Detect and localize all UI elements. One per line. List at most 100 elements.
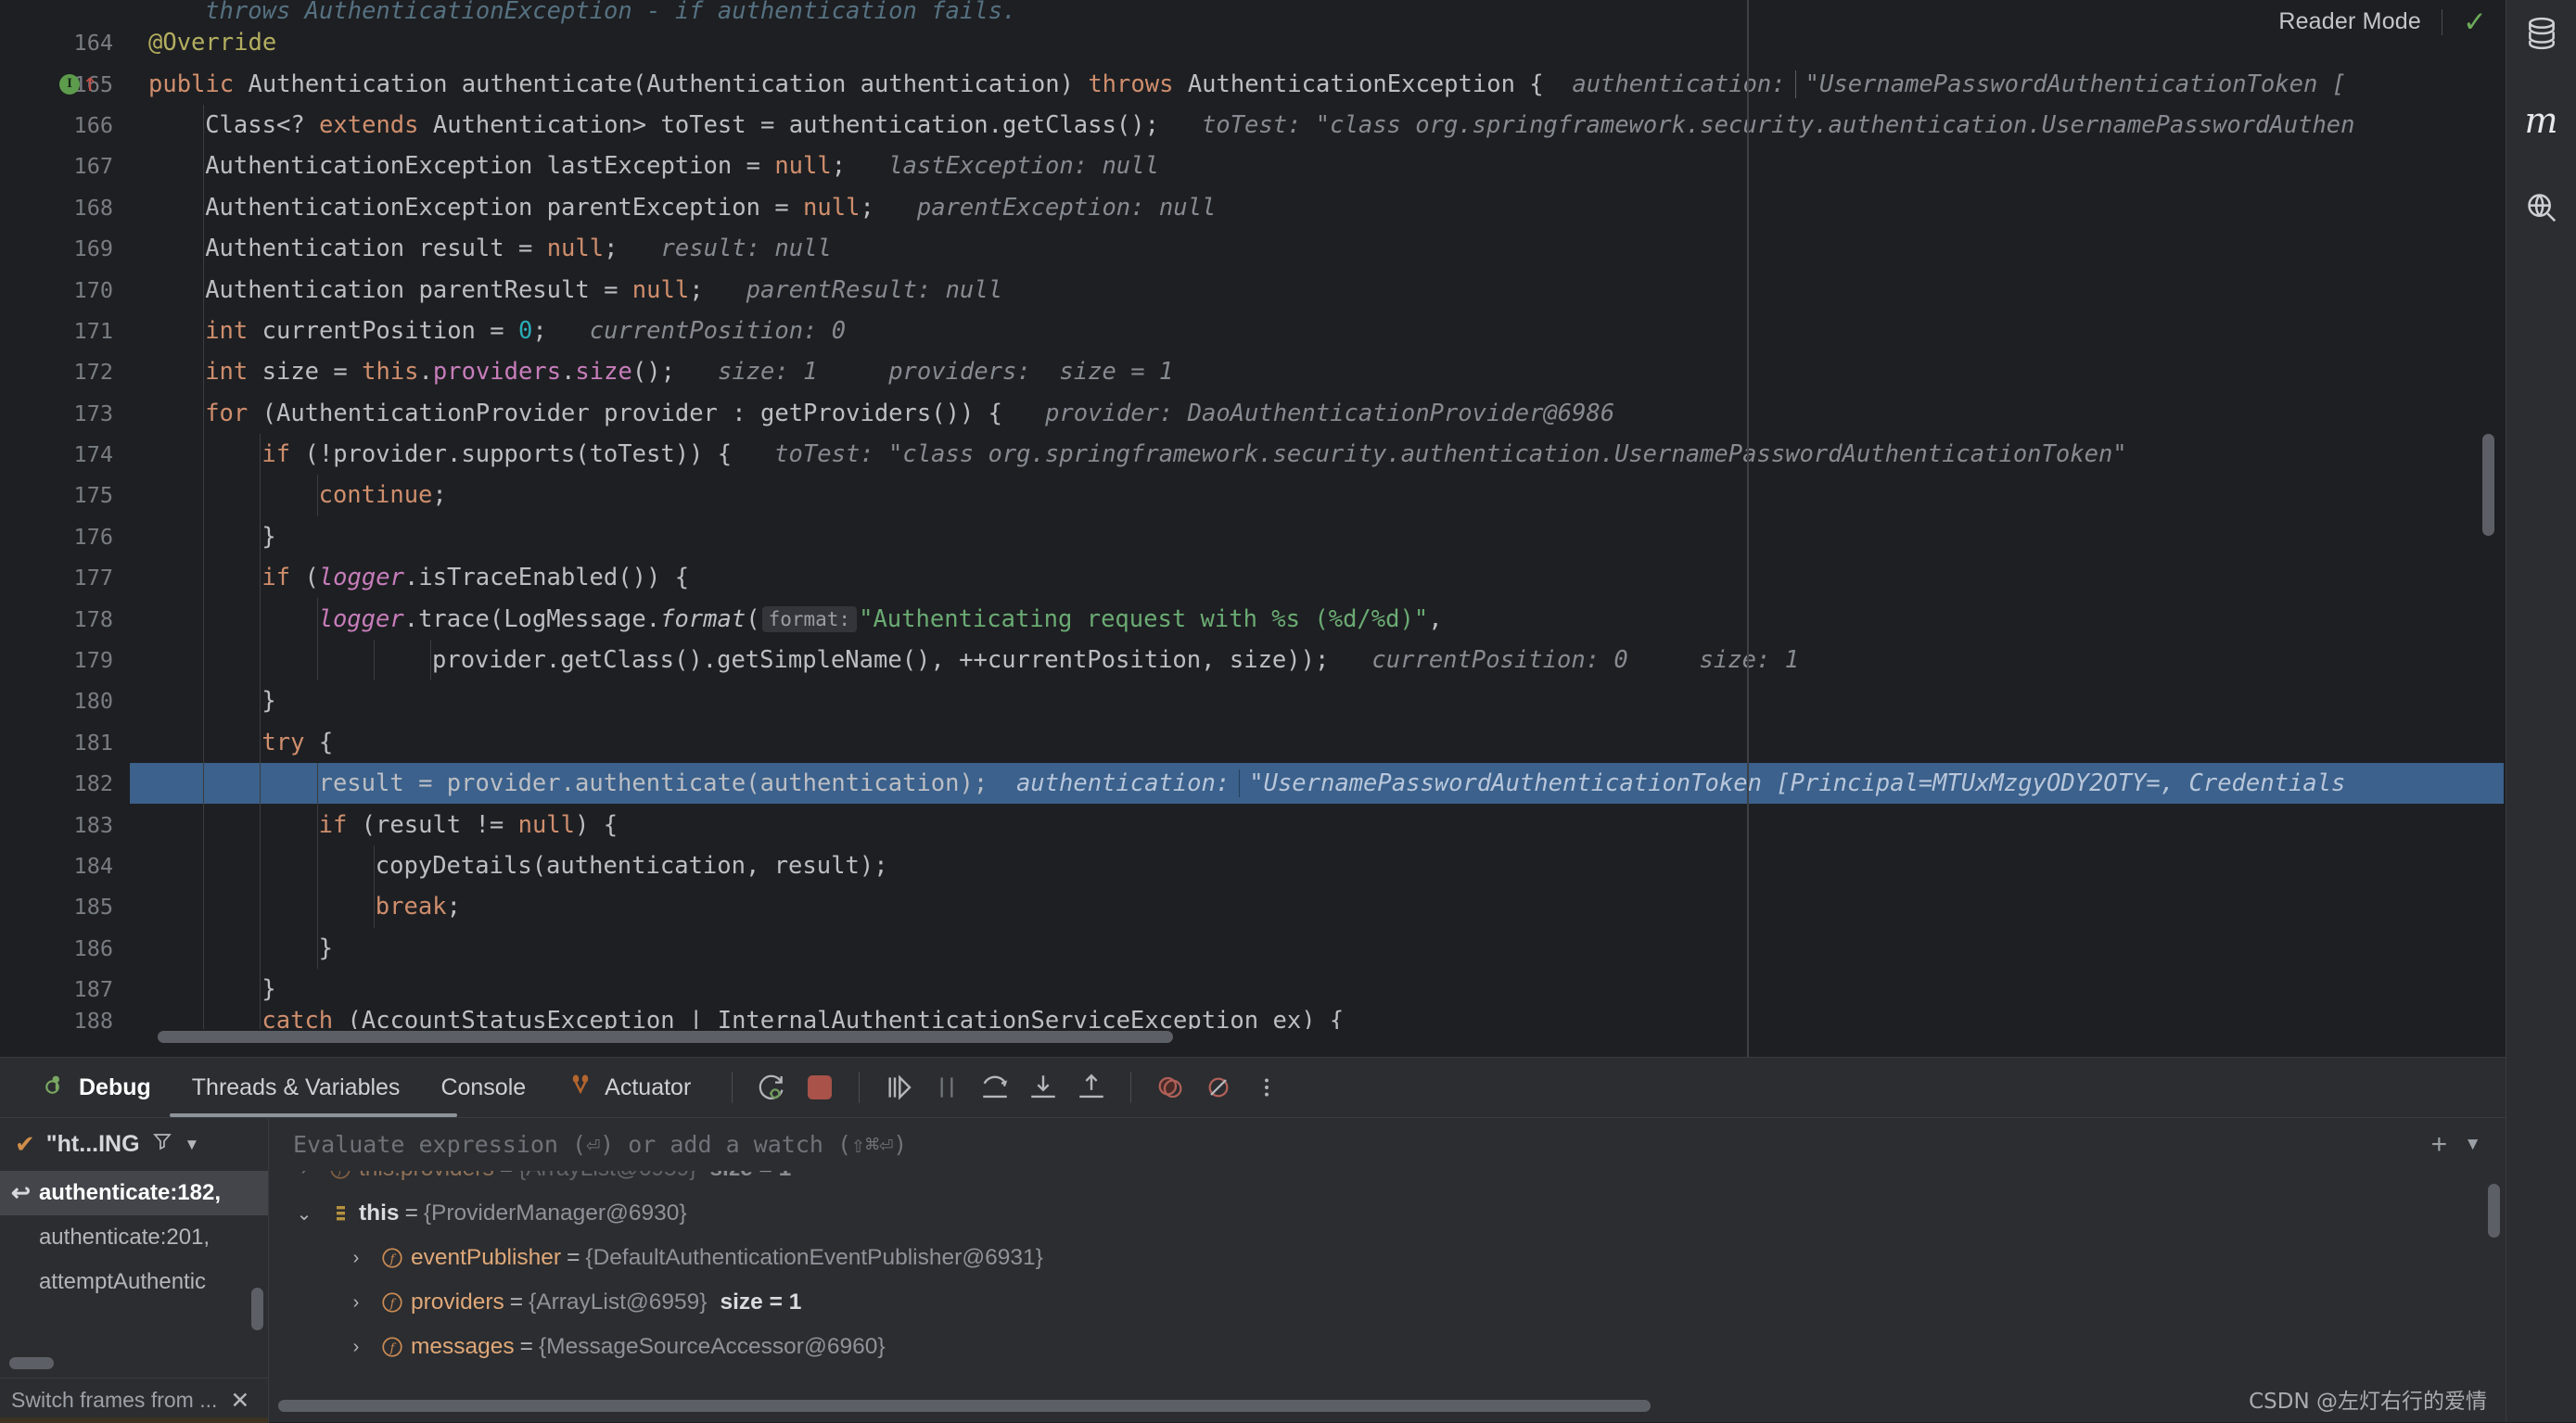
inline-debug-hint[interactable]: parentResult: null [704, 276, 1002, 304]
variables-tree[interactable]: ›fthis.providers={ArrayList@6959}size = … [270, 1171, 2506, 1423]
code-text[interactable]: logger.trace(LogMessage.format(format:"A… [319, 598, 1443, 639]
line-number[interactable]: 166 [0, 105, 130, 146]
close-icon[interactable]: ✕ [230, 1387, 249, 1415]
variables-horizontal-scrollbar[interactable] [278, 1398, 2494, 1413]
tab-console[interactable]: Console [420, 1058, 546, 1117]
editor-horizontal-scrollbar[interactable] [158, 1029, 2504, 1044]
code-line[interactable]: 187} [0, 969, 2504, 1010]
line-number[interactable]: 181 [0, 722, 130, 763]
code-line[interactable]: 188catch (AccountStatusException | Inter… [0, 1010, 2504, 1029]
frames-horizontal-scrollbar[interactable] [9, 1357, 54, 1369]
code-line[interactable]: 168 AuthenticationException parentExcepti… [0, 187, 2504, 228]
code-line[interactable]: 166 Class<? extends Authentication> toTes… [0, 105, 2504, 146]
line-number[interactable]: 169 [0, 228, 130, 269]
evaluate-expression-row[interactable]: ✔ "ht...ING ▼ Evaluate expression (⏎) or… [0, 1117, 2506, 1171]
code-line[interactable]: 178 logger.trace(LogMessage.format(format… [0, 598, 2504, 639]
code-line[interactable]: 180} [0, 680, 2504, 721]
line-number[interactable]: 178 [0, 598, 130, 639]
evaluate-expression-input[interactable]: Evaluate expression (⏎) or add a watch (… [269, 1118, 2415, 1172]
gutter-markers[interactable]: I↑ [59, 63, 97, 104]
code-text[interactable]: } [261, 680, 275, 721]
line-number[interactable]: 172 [0, 351, 130, 392]
inline-debug-value[interactable]: "UsernamePasswordAuthenticationToken [ [1805, 70, 2346, 98]
code-text[interactable]: Authentication result = null; result: nu… [205, 228, 832, 269]
code-line[interactable]: 173 for (AuthenticationProvider provider … [0, 393, 2504, 434]
scrollbar-thumb[interactable] [158, 1031, 1173, 1043]
tab-threads-variables[interactable]: Threads & Variables [172, 1058, 421, 1117]
code-text[interactable]: @Override [148, 22, 276, 63]
line-number[interactable]: 176 [0, 516, 130, 557]
right-tool-strip[interactable]: m [2506, 0, 2576, 1422]
tab-debug[interactable]: Debug [20, 1058, 172, 1117]
resume-program-button[interactable] [874, 1063, 923, 1112]
code-text[interactable]: AuthenticationException parentException … [205, 187, 1216, 228]
code-lines-container[interactable]: throws AuthenticationException - if auth… [0, 0, 2504, 1029]
inline-debug-value[interactable]: "UsernamePasswordAuthenticationToken [Pr… [1249, 769, 2345, 797]
frames-status-bar[interactable]: Switch frames from ... ✕ [0, 1378, 269, 1422]
code-line[interactable]: 184copyDetails(authentication, result); [0, 845, 2504, 886]
chevron-down-icon[interactable]: ▼ [185, 1136, 200, 1154]
code-text[interactable]: } [261, 516, 275, 557]
line-number[interactable]: 187 [0, 969, 130, 1010]
expand-toggle[interactable]: › [338, 1292, 374, 1314]
variable-row[interactable]: ⌄this={ProviderManager@6930} [270, 1191, 2506, 1236]
line-number[interactable]: 173 [0, 393, 130, 434]
line-number[interactable]: 171 [0, 311, 130, 351]
expand-toggle[interactable]: › [338, 1337, 374, 1358]
expand-toggle[interactable]: ⌄ [287, 1202, 322, 1226]
mute-breakpoints-button[interactable] [1194, 1063, 1243, 1112]
code-text[interactable]: Authentication parentResult = null; pare… [205, 269, 1002, 310]
stop-button[interactable] [796, 1063, 844, 1112]
line-number[interactable]: 175 [0, 475, 130, 515]
code-text[interactable]: if (result != null) { [319, 804, 618, 845]
line-number[interactable]: 168 [0, 187, 130, 228]
line-number[interactable]: 184 [0, 845, 130, 886]
rerun-debug-button[interactable] [747, 1063, 796, 1112]
code-text[interactable]: provider.getClass().getSimpleName(), ++c… [432, 640, 1799, 680]
maven-icon[interactable]: m [2521, 100, 2562, 141]
code-text[interactable]: Class<? extends Authentication> toTest =… [205, 105, 2354, 146]
line-number[interactable]: 186 [0, 928, 130, 969]
reader-mode-indicator[interactable]: Reader Mode ✓ [2278, 7, 2487, 36]
line-number[interactable]: 180 [0, 680, 130, 721]
code-line[interactable]: 181 try { [0, 722, 2504, 763]
code-text[interactable]: public Authentication authenticate(Authe… [148, 63, 2346, 104]
line-number[interactable]: 188 [0, 1010, 130, 1029]
code-text[interactable]: try { [261, 722, 333, 763]
frame-item[interactable]: ↩attemptAuthentic [0, 1260, 268, 1304]
step-over-button[interactable] [971, 1063, 1019, 1112]
code-text[interactable]: AuthenticationException lastException = … [205, 146, 1159, 186]
code-line[interactable]: 186} [0, 928, 2504, 969]
inline-debug-hint[interactable]: currentPosition: 0 [547, 317, 846, 345]
code-text[interactable]: continue; [319, 475, 447, 515]
debug-tool-window[interactable]: Debug Threads & Variables Console Actuat… [0, 1057, 2506, 1422]
code-text[interactable]: int size = this.providers.size(); size: … [205, 351, 1173, 392]
inline-debug-hint[interactable]: currentPosition: 0 size: 1 [1329, 646, 1799, 674]
code-line[interactable]: 172 int size = this.providers.size(); siz… [0, 351, 2504, 392]
inline-debug-hint[interactable]: authentication: [988, 769, 1230, 797]
line-number[interactable]: 183 [0, 804, 130, 845]
step-into-button[interactable] [1019, 1063, 1067, 1112]
expand-toggle[interactable]: › [287, 1171, 322, 1180]
line-number[interactable]: 174 [0, 434, 130, 475]
code-text[interactable]: for (AuthenticationProvider provider : g… [205, 393, 1614, 434]
line-number[interactable]: 179 [0, 640, 130, 680]
database-icon[interactable] [2521, 13, 2562, 54]
code-text[interactable]: if (!provider.supports(toTest)) { toTest… [261, 434, 2126, 475]
inline-debug-hint[interactable]: provider: DaoAuthenticationProvider@6986 [1002, 400, 1614, 427]
step-out-button[interactable] [1067, 1063, 1116, 1112]
inline-debug-hint[interactable]: toTest: "class org.springframework.secur… [1159, 111, 2355, 139]
pause-program-button[interactable] [923, 1063, 971, 1112]
code-text[interactable]: } [319, 928, 333, 969]
tab-actuator[interactable]: Actuator [546, 1058, 711, 1117]
code-editor-pane[interactable]: Reader Mode ✓ throws AuthenticationExcep… [0, 0, 2576, 1057]
code-text[interactable]: result = provider.authenticate(authentic… [319, 763, 2346, 804]
code-line[interactable]: 170Authentication parentResult = null; p… [0, 269, 2504, 310]
frame-item[interactable]: ↩authenticate:201, [0, 1215, 268, 1260]
code-text[interactable]: if (logger.isTraceEnabled()) { [261, 557, 689, 598]
inline-debug-hint[interactable]: lastException: null [846, 152, 1159, 180]
debug-tab-bar[interactable]: Debug Threads & Variables Console Actuat… [0, 1058, 2506, 1117]
code-line[interactable]: 183 if (result != null) { [0, 804, 2504, 845]
code-line[interactable]: 167AuthenticationException lastException… [0, 146, 2504, 186]
variable-row[interactable]: ›fproviders={ArrayList@6959}size = 1 [270, 1280, 2506, 1325]
